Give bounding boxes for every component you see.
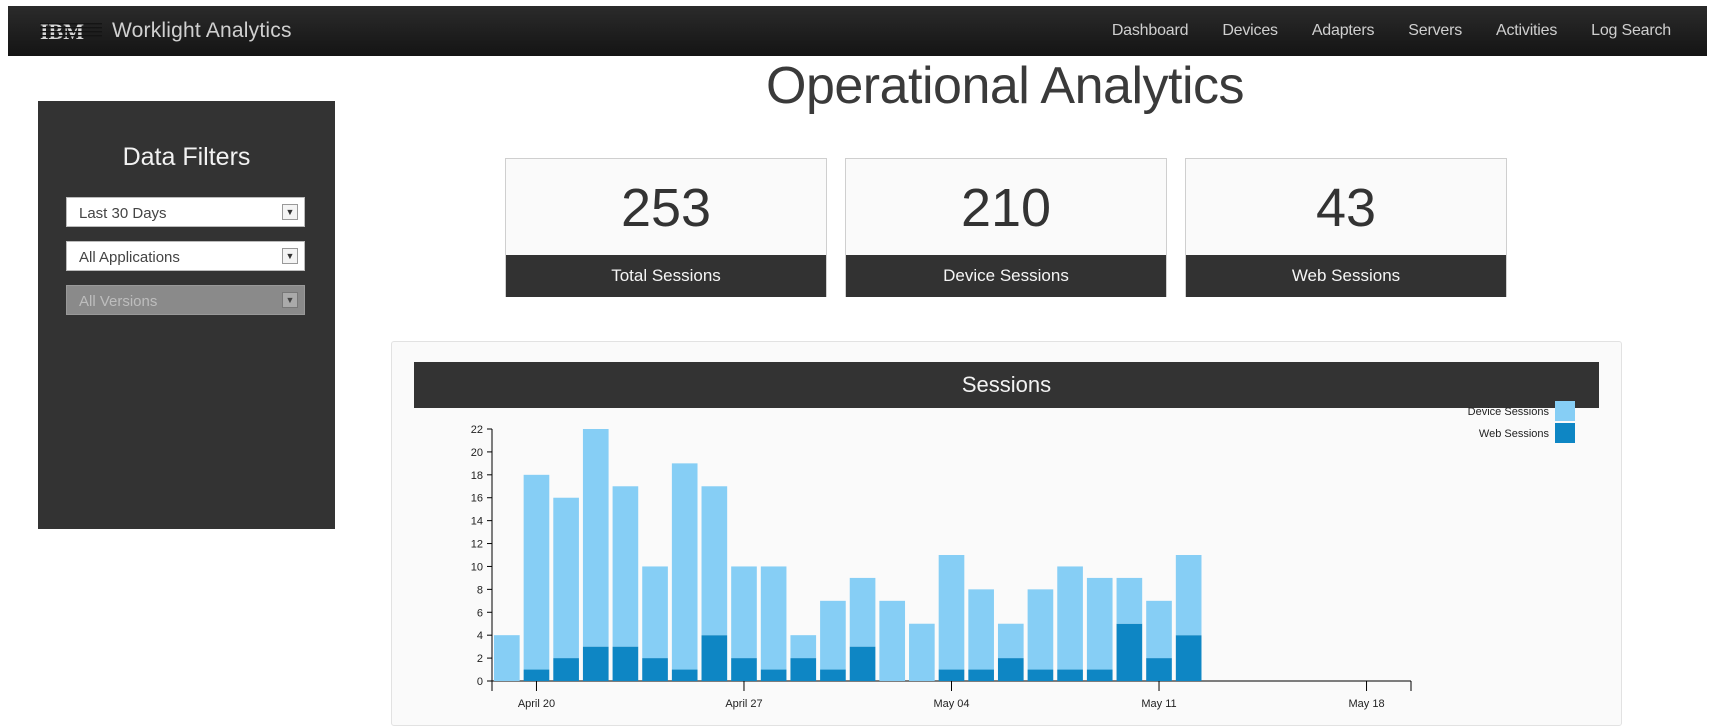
x-tick-label: April 27: [725, 698, 762, 710]
bar-device-sessions: [553, 497, 579, 659]
bar-web-sessions: [701, 635, 728, 681]
bar-device-sessions: [731, 566, 757, 659]
legend-swatch: [1555, 423, 1575, 443]
bar-device-sessions: [642, 566, 668, 659]
dropdown-arrow-icon[interactable]: ▼: [282, 248, 298, 264]
kpi-web-sessions: 43 Web Sessions: [1185, 158, 1507, 297]
y-tick-label: 4: [477, 630, 483, 642]
bar-device-sessions: [1086, 577, 1113, 670]
app-title: Worklight Analytics: [112, 19, 292, 42]
application-value: All Applications: [79, 249, 180, 266]
version-value: All Versions: [79, 293, 158, 310]
bar-web-sessions: [760, 669, 787, 681]
y-tick-label: 20: [471, 447, 483, 459]
x-tick-label: April 20: [518, 698, 555, 710]
nav-activities[interactable]: Activities: [1496, 22, 1557, 40]
y-tick-label: 8: [477, 584, 483, 596]
y-tick-label: 2: [477, 653, 483, 665]
bar-device-sessions: [612, 486, 639, 647]
y-tick-label: 6: [477, 607, 483, 619]
bar-web-sessions: [731, 658, 757, 681]
kpi-value: 43: [1315, 178, 1377, 238]
bar-web-sessions: [938, 669, 965, 681]
bar-device-sessions: [582, 429, 609, 647]
nav-devices[interactable]: Devices: [1222, 22, 1278, 40]
bar-web-sessions: [968, 669, 994, 681]
filters-title: Data Filters: [122, 143, 251, 171]
bar-web-sessions: [1027, 669, 1054, 681]
bar-web-sessions: [820, 669, 846, 681]
bar-device-sessions: [938, 555, 965, 670]
kpi-value: 253: [620, 178, 712, 238]
main-nav: Dashboard Devices Adapters Servers Activ…: [1078, 6, 1671, 56]
y-tick-label: 12: [471, 539, 483, 551]
bar-device-sessions: [1116, 577, 1143, 624]
bar-web-sessions: [1057, 669, 1083, 681]
bar-device-sessions: [879, 600, 906, 681]
brand[interactable]: IBM Worklight Analytics: [40, 19, 292, 43]
bar-web-sessions: [849, 646, 876, 681]
y-tick-label: 10: [471, 561, 483, 573]
bar-device-sessions: [671, 463, 698, 670]
kpi-label: Device Sessions: [846, 255, 1166, 297]
bar-web-sessions: [523, 669, 550, 681]
top-navbar: IBM Worklight Analytics Dashboard Device…: [8, 6, 1707, 56]
bar-device-sessions: [1146, 600, 1172, 659]
bar-web-sessions: [553, 658, 579, 681]
bar-web-sessions: [1086, 669, 1113, 681]
bar-web-sessions: [1175, 635, 1202, 681]
bar-web-sessions: [997, 658, 1024, 681]
version-select: All Versions ▼: [66, 285, 305, 315]
date-range-select[interactable]: Last 30 Days ▼: [66, 197, 305, 227]
bar-device-sessions: [701, 486, 728, 636]
kpi-label: Total Sessions: [506, 255, 826, 297]
application-select[interactable]: All Applications ▼: [66, 241, 305, 271]
kpi-label: Web Sessions: [1186, 255, 1506, 297]
y-tick-label: 22: [471, 424, 483, 436]
bar-device-sessions: [968, 589, 994, 670]
x-tick-label: May 11: [1141, 698, 1176, 710]
bar-web-sessions: [790, 658, 817, 681]
bar-device-sessions: [760, 566, 787, 670]
date-range-value: Last 30 Days: [79, 205, 167, 222]
bar-device-sessions: [820, 600, 846, 670]
bar-web-sessions: [642, 658, 668, 681]
legend-label: Web Sessions: [1479, 428, 1550, 440]
bar-web-sessions: [671, 669, 698, 681]
nav-servers[interactable]: Servers: [1408, 22, 1462, 40]
y-tick-label: 16: [471, 493, 483, 505]
kpi-total-sessions: 253 Total Sessions: [505, 158, 827, 297]
nav-log-search[interactable]: Log Search: [1591, 22, 1671, 40]
nav-adapters[interactable]: Adapters: [1312, 22, 1375, 40]
bar-device-sessions: [997, 623, 1024, 659]
dropdown-arrow-icon: ▼: [282, 292, 298, 308]
bar-web-sessions: [1116, 623, 1143, 681]
bar-device-sessions: [1175, 555, 1202, 636]
data-filters-panel: Data Filters Last 30 Days ▼ All Applicat…: [38, 101, 335, 529]
kpi-device-sessions: 210 Device Sessions: [845, 158, 1167, 297]
legend-swatch: [1555, 401, 1575, 421]
sessions-chart: 0 2 4 6 8 10 12 14 16 18 20 22 April 20 April 27 May 0…: [471, 401, 1575, 710]
y-tick-label: 18: [471, 470, 483, 482]
bar-device-sessions: [523, 474, 550, 670]
bar-device-sessions: [849, 577, 876, 647]
x-tick-label: May 04: [933, 698, 969, 710]
bar-web-sessions: [582, 646, 609, 681]
bar-web-sessions: [612, 646, 639, 681]
y-tick-label: 0: [477, 676, 483, 688]
legend-label: Device Sessions: [1468, 406, 1550, 418]
nav-dashboard[interactable]: Dashboard: [1112, 22, 1189, 40]
bar-web-sessions: [1146, 658, 1172, 681]
bar-device-sessions: [790, 635, 817, 659]
x-tick-label: May 18: [1348, 698, 1384, 710]
dropdown-arrow-icon[interactable]: ▼: [282, 204, 298, 220]
sessions-chart-panel: Sessions 0 2 4 6 8 10 12 14 16 18 20 22 April 20 Apri…: [391, 341, 1622, 726]
kpi-value: 210: [960, 178, 1052, 238]
bar-device-sessions: [494, 635, 520, 681]
bar-device-sessions: [909, 623, 935, 681]
ibm-logo: IBM: [40, 19, 102, 43]
bar-device-sessions: [1057, 566, 1083, 670]
y-tick-label: 14: [471, 516, 483, 528]
bar-device-sessions: [1027, 589, 1054, 670]
